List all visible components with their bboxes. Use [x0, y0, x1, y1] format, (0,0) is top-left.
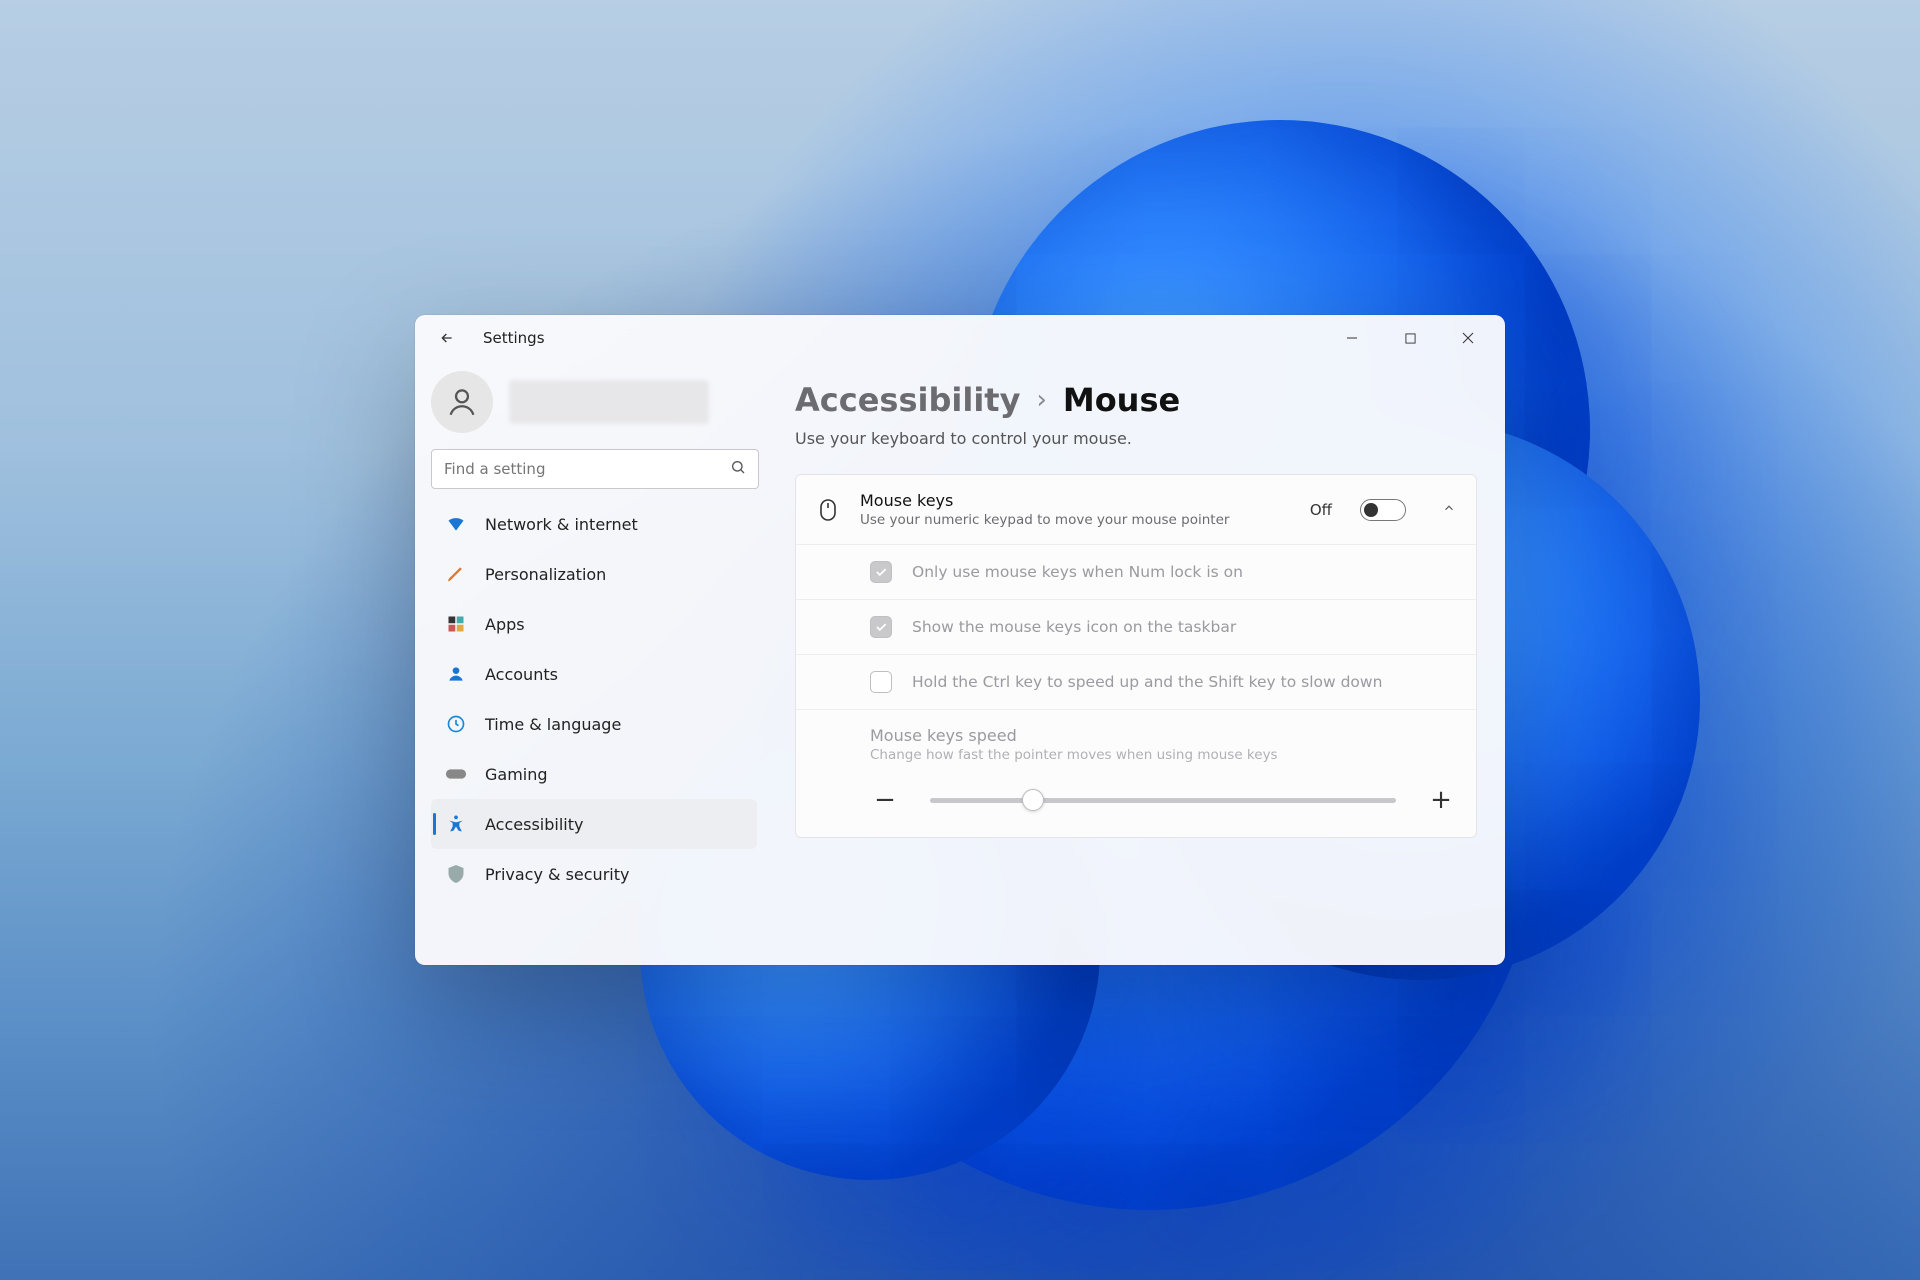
speed-increase-button[interactable]: + — [1426, 785, 1456, 815]
speed-row: Mouse keys speed Change how fast the poi… — [796, 709, 1476, 837]
breadcrumb-parent[interactable]: Accessibility — [795, 381, 1020, 419]
back-button[interactable] — [431, 330, 463, 346]
sidebar-item-accounts[interactable]: Accounts — [431, 649, 757, 699]
desktop-wallpaper: Settings — [0, 0, 1920, 1280]
speed-sub: Change how fast the pointer moves when u… — [870, 747, 1456, 763]
chevron-right-icon: › — [1036, 385, 1046, 415]
search-icon — [730, 459, 746, 479]
clock-globe-icon — [445, 713, 467, 735]
chevron-up-icon — [1442, 501, 1456, 515]
checkbox-numlock[interactable] — [870, 561, 892, 583]
breadcrumb-current: Mouse — [1063, 381, 1180, 419]
sidebar-item-apps[interactable]: Apps — [431, 599, 757, 649]
maximize-icon — [1405, 333, 1416, 344]
sidebar-item-label: Privacy & security — [485, 865, 629, 884]
sidebar-item-time-language[interactable]: Time & language — [431, 699, 757, 749]
sidebar-item-label: Accessibility — [485, 815, 583, 834]
account-icon — [445, 663, 467, 685]
option-numlock-label: Only use mouse keys when Num lock is on — [912, 563, 1243, 581]
speed-decrease-button[interactable]: − — [870, 785, 900, 815]
speed-slider[interactable] — [930, 798, 1396, 803]
speed-title: Mouse keys speed — [870, 726, 1456, 745]
option-taskbar-label: Show the mouse keys icon on the taskbar — [912, 618, 1236, 636]
sidebar-item-privacy[interactable]: Privacy & security — [431, 849, 757, 899]
sidebar-item-label: Accounts — [485, 665, 558, 684]
person-icon — [445, 385, 479, 419]
mouse-keys-sub: Use your numeric keypad to move your mou… — [860, 512, 1290, 528]
sidebar-item-label: Personalization — [485, 565, 606, 584]
option-taskbar-row[interactable]: Show the mouse keys icon on the taskbar — [796, 599, 1476, 654]
mouse-icon — [816, 498, 840, 522]
toggle-state-label: Off — [1310, 501, 1332, 519]
main-panel: Accessibility › Mouse Use your keyboard … — [775, 361, 1505, 961]
shield-icon — [445, 863, 467, 885]
breadcrumb: Accessibility › Mouse — [795, 381, 1477, 419]
option-ctrl-shift-label: Hold the Ctrl key to speed up and the Sh… — [912, 673, 1382, 691]
mouse-keys-toggle[interactable] — [1360, 499, 1406, 521]
window-title: Settings — [483, 329, 545, 347]
profile-name-redacted — [509, 380, 709, 424]
sidebar-item-accessibility[interactable]: Accessibility — [431, 799, 757, 849]
option-numlock-row[interactable]: Only use mouse keys when Num lock is on — [796, 544, 1476, 599]
sidebar: Network & internet Personalization Apps — [415, 361, 775, 961]
avatar — [431, 371, 493, 433]
mouse-keys-card: Mouse keys Use your numeric keypad to mo… — [795, 474, 1477, 838]
search-input[interactable] — [444, 460, 722, 478]
sidebar-item-personalization[interactable]: Personalization — [431, 549, 757, 599]
sidebar-item-label: Apps — [485, 615, 525, 634]
sidebar-item-gaming[interactable]: Gaming — [431, 749, 757, 799]
mouse-keys-title: Mouse keys — [860, 491, 1290, 510]
expand-button[interactable] — [1442, 500, 1456, 519]
profile-header[interactable] — [425, 367, 765, 449]
close-button[interactable] — [1439, 315, 1497, 361]
sidebar-nav: Network & internet Personalization Apps — [425, 499, 765, 961]
minimize-icon — [1346, 332, 1358, 344]
arrow-left-icon — [439, 330, 455, 346]
titlebar: Settings — [415, 315, 1505, 361]
slider-thumb[interactable] — [1022, 789, 1044, 811]
sidebar-item-network[interactable]: Network & internet — [431, 499, 757, 549]
window-controls — [1323, 315, 1497, 361]
sidebar-item-label: Network & internet — [485, 515, 638, 534]
accessibility-icon — [445, 813, 467, 835]
maximize-button[interactable] — [1381, 315, 1439, 361]
minimize-button[interactable] — [1323, 315, 1381, 361]
apps-icon — [445, 613, 467, 635]
page-subtitle: Use your keyboard to control your mouse. — [795, 429, 1477, 448]
option-ctrl-shift-row[interactable]: Hold the Ctrl key to speed up and the Sh… — [796, 654, 1476, 709]
sidebar-item-label: Gaming — [485, 765, 548, 784]
paintbrush-icon — [445, 563, 467, 585]
checkbox-ctrl-shift[interactable] — [870, 671, 892, 693]
wifi-icon — [445, 513, 467, 535]
settings-window: Settings — [415, 315, 1505, 965]
gamepad-icon — [445, 763, 467, 785]
checkbox-taskbar-icon[interactable] — [870, 616, 892, 638]
sidebar-item-label: Time & language — [485, 715, 621, 734]
close-icon — [1462, 332, 1474, 344]
mouse-keys-row[interactable]: Mouse keys Use your numeric keypad to mo… — [796, 475, 1476, 544]
search-field[interactable] — [431, 449, 759, 489]
